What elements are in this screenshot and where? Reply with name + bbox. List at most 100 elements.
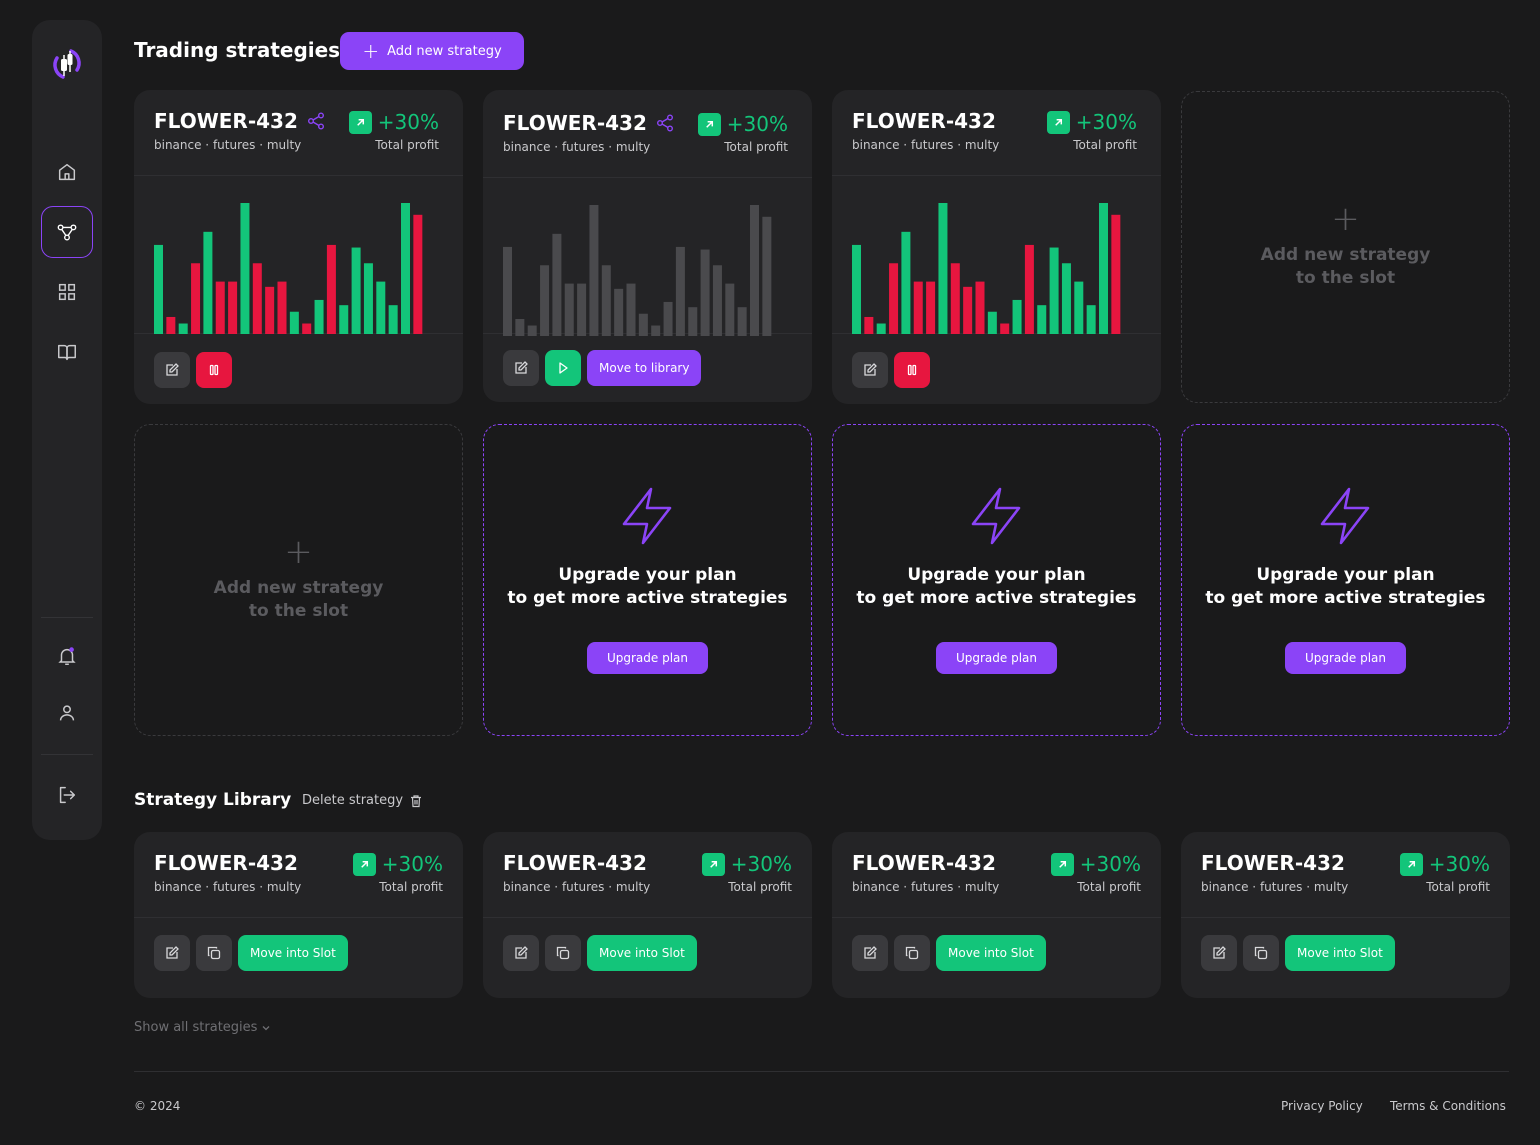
edit-button[interactable] [503, 350, 539, 386]
duplicate-button[interactable] [894, 935, 930, 971]
chart-bar [1000, 323, 1010, 334]
sidebar-divider [41, 617, 93, 618]
strategy-meta: binance · futures · multy [852, 880, 1000, 894]
profit-chart [832, 176, 1161, 334]
empty-slot-line2: to the slot [1295, 268, 1396, 288]
chart-bar [864, 316, 874, 334]
nav-notifications[interactable] [41, 630, 93, 682]
strategy-name-row: FLOWER-432 [852, 109, 996, 133]
profit-label: Total profit [1426, 880, 1490, 894]
empty-slot[interactable]: + Add new strategy to the slot [1181, 91, 1510, 403]
arrow-up-right-icon [1399, 852, 1423, 876]
terms-conditions-link[interactable]: Terms & Conditions [1390, 1099, 1506, 1113]
profit-percent: +30% [381, 852, 443, 876]
nav-library[interactable] [41, 326, 93, 378]
move-into-slot-button[interactable]: Move into Slot [587, 935, 697, 971]
delete-strategy-label: Delete strategy [302, 793, 404, 808]
card-actions: Move to library [503, 350, 702, 386]
chart-bar [675, 246, 685, 336]
empty-slot[interactable]: + Add new strategy to the slot [134, 424, 463, 736]
copyright: © 2024 [134, 1099, 181, 1113]
show-all-strategies-link[interactable]: Show all strategies [134, 1020, 271, 1035]
nav-strategies[interactable] [41, 206, 93, 258]
chart-bar [388, 305, 398, 334]
empty-slot-line1: Add new strategy [213, 578, 384, 598]
logo-icon[interactable] [49, 46, 85, 82]
card-header: FLOWER-432 binance · futures · multy +30… [832, 832, 1161, 918]
empty-slot-line2: to the slot [248, 601, 349, 621]
bar-chart [154, 203, 423, 334]
play-button[interactable] [545, 350, 581, 386]
share-icon[interactable] [306, 111, 326, 131]
library-title: Strategy Library [134, 790, 292, 810]
share-icon[interactable] [655, 113, 675, 133]
strategy-name: FLOWER-432 [503, 111, 647, 135]
nav-profile[interactable] [41, 687, 93, 739]
chart-bar [154, 244, 163, 334]
nav-dashboard[interactable] [41, 266, 93, 318]
move-into-slot-button[interactable]: Move into Slot [936, 935, 1046, 971]
chart-bar [228, 281, 238, 334]
profit-value: +30% [1050, 852, 1141, 876]
chart-bar [351, 247, 361, 334]
card-actions: Move into Slot [154, 935, 348, 971]
chart-bar [589, 205, 599, 336]
edit-icon [1213, 946, 1226, 959]
add-strategy-button[interactable]: + Add new strategy [340, 32, 524, 70]
upgrade-plan-button[interactable]: Upgrade plan [935, 642, 1058, 674]
book-icon [58, 344, 76, 361]
upgrade-plan-button[interactable]: Upgrade plan [586, 642, 709, 674]
chart-bar [950, 263, 960, 334]
edit-button[interactable] [503, 935, 539, 971]
nav-home[interactable] [41, 146, 93, 198]
grid-icon [58, 283, 76, 301]
move-into-slot-button[interactable]: Move into Slot [1285, 935, 1395, 971]
delete-strategy-button[interactable]: Delete strategy [302, 793, 423, 808]
nav-logout[interactable] [41, 769, 93, 821]
move-to-library-button[interactable]: Move to library [587, 350, 702, 386]
chart-bar [638, 313, 648, 336]
move-into-slot-button[interactable]: Move into Slot [238, 935, 348, 971]
edit-button[interactable] [154, 352, 190, 388]
chart-bar [302, 323, 312, 334]
chart-bar [1074, 281, 1084, 334]
strategy-meta: binance · futures · multy [154, 138, 302, 152]
strategy-name: FLOWER-432 [154, 109, 298, 133]
copy-icon [207, 946, 221, 960]
upgrade-line1: Upgrade your plan [558, 565, 737, 585]
bell-icon [58, 647, 76, 665]
upgrade-slot: Upgrade your plan to get more active str… [483, 424, 812, 736]
edit-icon [864, 946, 877, 959]
profit-value: +30% [701, 852, 792, 876]
chart-bar [926, 281, 936, 334]
strategy-card: FLOWER-432 binance · futures · multy +30… [832, 90, 1161, 404]
upgrade-plan-button[interactable]: Upgrade plan [1284, 642, 1407, 674]
sidebar [32, 20, 102, 840]
chart-bar [215, 281, 225, 334]
chart-bar [651, 325, 661, 336]
show-all-label: Show all strategies [134, 1020, 258, 1035]
copy-icon [1254, 946, 1268, 960]
privacy-policy-link[interactable]: Privacy Policy [1281, 1099, 1363, 1113]
edit-icon [864, 363, 877, 376]
duplicate-button[interactable] [196, 935, 232, 971]
pause-button[interactable] [196, 352, 232, 388]
chart-bar [564, 283, 574, 336]
duplicate-button[interactable] [545, 935, 581, 971]
profit-value: +30% [697, 112, 788, 136]
trash-icon [411, 794, 422, 807]
strategy-meta: binance · futures · multy [503, 140, 651, 154]
edit-button[interactable] [852, 352, 888, 388]
edit-button[interactable] [1201, 935, 1237, 971]
pause-button[interactable] [894, 352, 930, 388]
home-icon [58, 163, 76, 181]
edit-icon [515, 361, 528, 374]
edit-button[interactable] [154, 935, 190, 971]
arrow-up-right-icon [1050, 852, 1074, 876]
duplicate-button[interactable] [1243, 935, 1279, 971]
bar-chart [852, 203, 1121, 334]
edit-button[interactable] [852, 935, 888, 971]
card-header: FLOWER-432 binance · futures · multy +30… [1181, 832, 1510, 918]
chart-bar [1037, 305, 1047, 334]
arrow-up-right-icon [701, 852, 725, 876]
